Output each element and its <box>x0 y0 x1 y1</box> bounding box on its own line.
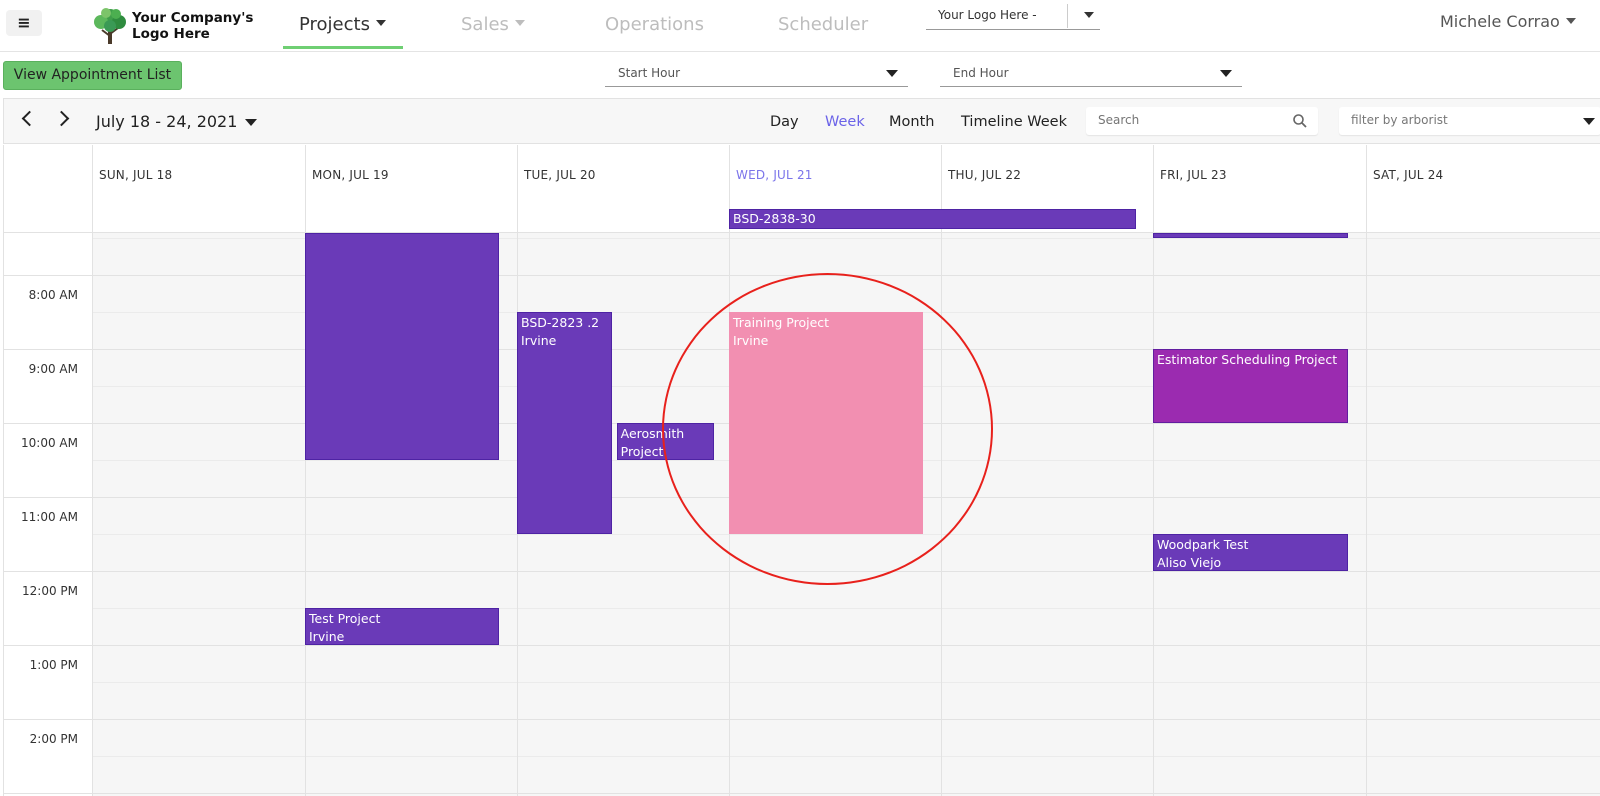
company-logo[interactable]: Your Company's Logo Here <box>92 6 253 46</box>
annotation-circle <box>662 273 993 585</box>
chevron-left-icon[interactable] <box>21 110 38 127</box>
event-fri-anaheim[interactable]: Anaheim <box>1153 233 1348 238</box>
day-column-divider <box>1153 233 1154 796</box>
tab-operations[interactable]: Operations <box>605 10 704 40</box>
view-week-button[interactable]: Week <box>825 114 865 130</box>
day-header-label: MON, JUL 19 <box>312 168 389 182</box>
event-fri-woodpark[interactable]: Woodpark Test Aliso Viejo <box>1153 534 1348 571</box>
logo-select-dropdown[interactable]: Your Logo Here - <box>926 4 1100 30</box>
day-header-6[interactable]: SAT, JUL 24 <box>1366 145 1600 233</box>
event-tue-bsd[interactable]: BSD-2823 .2 Irvine <box>517 312 613 534</box>
caret-down-icon <box>1583 118 1595 125</box>
day-header-label: FRI, JUL 23 <box>1160 168 1227 182</box>
chevron-right-icon[interactable] <box>53 110 70 127</box>
dropdown-divider <box>1067 4 1068 28</box>
end-hour-placeholder: End Hour <box>953 66 1009 80</box>
tab-scheduler-label: Scheduler <box>778 14 869 35</box>
caret-down-icon <box>514 20 525 26</box>
caret-down-icon[interactable] <box>1084 12 1094 18</box>
caret-down-icon <box>1220 70 1232 77</box>
search-icon[interactable] <box>1292 113 1308 129</box>
caret-down-icon <box>1565 17 1576 24</box>
end-hour-select[interactable]: End Hour <box>940 63 1242 87</box>
hamburger-icon: ≡ <box>17 13 31 32</box>
start-hour-select[interactable]: Start Hour <box>605 63 908 87</box>
half-hour-gridline <box>92 756 1600 757</box>
event-text: Woodpark Test <box>1157 537 1249 552</box>
day-header-0[interactable]: SUN, JUL 18 <box>92 145 305 233</box>
arborist-filter-placeholder: filter by arborist <box>1351 113 1448 127</box>
view-timeline-week-button[interactable]: Timeline Week <box>961 114 1067 130</box>
event-mon-test[interactable]: Test Project Irvine <box>305 608 499 645</box>
time-label: 9:00 AM <box>28 362 78 376</box>
half-hour-gridline <box>92 682 1600 683</box>
search-box <box>1086 107 1318 135</box>
allday-event[interactable]: BSD-2838-30 <box>729 209 1136 229</box>
view-appointment-list-button[interactable]: View Appointment List <box>3 61 182 90</box>
day-header-label: THU, JUL 22 <box>948 168 1022 182</box>
tab-operations-label: Operations <box>605 14 704 35</box>
time-label: 11:00 AM <box>21 510 78 524</box>
event-text: Estimator Scheduling Project <box>1157 352 1338 367</box>
time-label: 12:00 PM <box>22 584 78 598</box>
tab-scheduler[interactable]: Scheduler <box>778 10 868 40</box>
logo-select-value: Your Logo Here - <box>938 8 1037 22</box>
logo-text: Your Company's Logo Here <box>132 10 254 42</box>
event-text: Irvine <box>521 333 557 348</box>
caret-down-icon <box>375 20 386 26</box>
day-header-5[interactable]: FRI, JUL 23 <box>1153 145 1366 233</box>
search-input[interactable] <box>1098 113 1288 127</box>
active-tab-indicator <box>283 46 403 49</box>
view-month-button[interactable]: Month <box>889 114 934 130</box>
event-text: Aliso Viejo <box>1157 555 1222 570</box>
time-label: 10:00 AM <box>21 436 78 450</box>
tab-projects-label: Projects <box>299 14 370 35</box>
view-day-button[interactable]: Day <box>770 114 799 130</box>
day-header-2[interactable]: TUE, JUL 20 <box>517 145 729 233</box>
day-header-1[interactable]: MON, JUL 19 <box>305 145 517 233</box>
calendar-toolbar: July 18 - 24, 2021 Day Week Month Timeli… <box>3 98 1600 144</box>
hour-gridline <box>4 719 1600 720</box>
user-menu[interactable]: Michele Corrao <box>1440 12 1576 31</box>
tab-projects[interactable]: Projects <box>299 10 386 40</box>
event-text: Irvine <box>309 629 345 644</box>
event-text: BSD-2823 .2 <box>521 315 600 330</box>
user-name: Michele Corrao <box>1440 12 1560 31</box>
time-label: 2:00 PM <box>29 732 78 746</box>
event-text: BSD-2838-30 <box>733 211 816 226</box>
day-header-label: TUE, JUL 20 <box>524 168 596 182</box>
day-header-label: WED, JUL 21 <box>736 168 813 182</box>
event-fri-estimator[interactable]: Estimator Scheduling Project <box>1153 349 1348 423</box>
caret-down-icon <box>886 70 898 77</box>
tab-sales[interactable]: Sales <box>461 10 525 40</box>
day-header-label: SAT, JUL 24 <box>1373 168 1444 182</box>
tree-logo-icon <box>94 8 126 44</box>
time-label: 8:00 AM <box>28 288 78 302</box>
start-hour-placeholder: Start Hour <box>618 66 681 80</box>
hamburger-menu-button[interactable]: ≡ <box>6 10 42 36</box>
event-mon-irvine[interactable]: Irvine <box>305 233 499 460</box>
day-column-divider <box>92 233 93 796</box>
day-column-divider <box>1366 233 1367 796</box>
top-navigation-bar: ≡ Your Company's Logo Here Projects Sale… <box>0 0 1600 52</box>
day-header-label: SUN, JUL 18 <box>99 168 173 182</box>
hour-gridline <box>4 793 1600 794</box>
hour-gridline <box>4 645 1600 646</box>
event-text: Test Project <box>309 611 381 626</box>
time-label: 1:00 PM <box>29 658 78 672</box>
caret-down-icon[interactable] <box>245 119 257 126</box>
date-range-label[interactable]: July 18 - 24, 2021 <box>96 112 237 131</box>
tab-sales-label: Sales <box>461 14 509 35</box>
arborist-filter-select[interactable]: filter by arborist <box>1339 107 1600 135</box>
